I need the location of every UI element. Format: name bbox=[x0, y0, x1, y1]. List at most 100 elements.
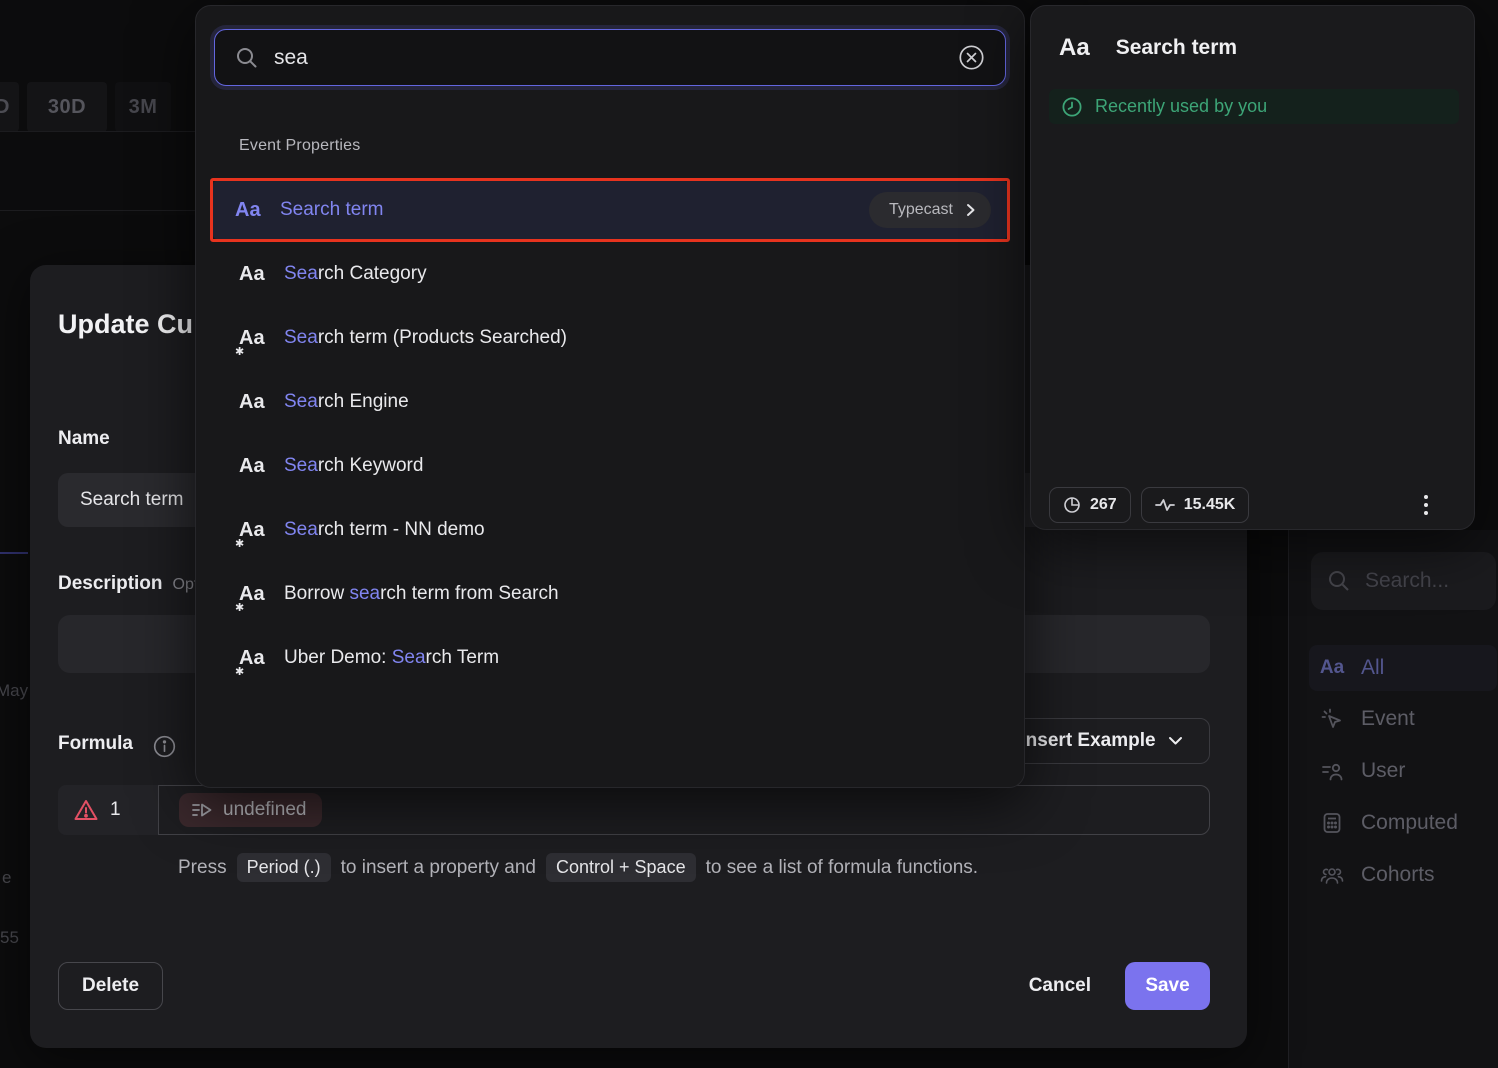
kbd-period: Period (.) bbox=[237, 853, 331, 882]
result-row[interactable]: Aa✱ Uber Demo: Search Term bbox=[196, 626, 1024, 690]
modal-footer: Delete Cancel Save bbox=[58, 962, 1210, 1010]
result-row[interactable]: Aa✱ Search term - NN demo bbox=[196, 498, 1024, 562]
cancel-button[interactable]: Cancel bbox=[1029, 975, 1091, 997]
property-search-box[interactable] bbox=[214, 29, 1006, 86]
result-row[interactable]: Aa✱ Borrow search term from Search bbox=[196, 562, 1024, 626]
text-property-icon: Aa bbox=[1059, 34, 1090, 62]
time-range-segments: D 30D 3M bbox=[0, 82, 171, 132]
result-row[interactable]: Aa Search Category bbox=[196, 242, 1024, 306]
name-label: Name bbox=[58, 428, 110, 450]
time-range-partial[interactable]: D bbox=[0, 82, 19, 132]
result-label: Uber Demo: Search Term bbox=[284, 647, 499, 669]
clear-search-icon[interactable] bbox=[958, 44, 985, 71]
result-row[interactable]: Aa✱ Search term (Products Searched) bbox=[196, 306, 1024, 370]
annotation-highlight-box: Aa Search term Typecast bbox=[210, 178, 1010, 242]
activity-icon bbox=[1155, 498, 1175, 512]
legend-fragment: e bbox=[2, 868, 11, 888]
stat-value: 15.45K bbox=[1184, 496, 1236, 514]
property-search-dropdown: Event Properties Aa Search term Typecast… bbox=[195, 5, 1025, 788]
event-property-token-icon bbox=[191, 802, 213, 818]
kbd-control-space: Control + Space bbox=[546, 853, 696, 882]
search-icon bbox=[235, 46, 258, 69]
event-cursor-icon bbox=[1319, 708, 1345, 730]
text-property-icon: Aa bbox=[239, 263, 269, 286]
sidebar-item-label: User bbox=[1361, 759, 1405, 783]
property-title: Search term bbox=[1116, 36, 1237, 60]
info-icon[interactable] bbox=[152, 734, 177, 759]
result-label: Search term bbox=[280, 199, 383, 221]
sidebar-search-input[interactable]: Search... bbox=[1311, 552, 1496, 610]
result-label: Search term (Products Searched) bbox=[284, 327, 567, 349]
app-screen: D 30D 3M May e 55 Search... Aa All Event bbox=[0, 0, 1498, 1068]
user-list-icon bbox=[1319, 760, 1345, 782]
chevron-down-icon bbox=[1168, 736, 1183, 746]
text-property-icon: Aa bbox=[239, 455, 269, 478]
search-icon bbox=[1327, 569, 1351, 593]
sidebar-item-label: Computed bbox=[1361, 811, 1458, 835]
stat-value: 267 bbox=[1090, 496, 1117, 514]
custom-text-property-icon: Aa✱ bbox=[239, 583, 269, 606]
property-stats: 267 15.45K bbox=[1049, 487, 1456, 523]
time-range-30d[interactable]: 30D bbox=[27, 82, 107, 132]
result-search-term-selected[interactable]: Aa Search term Typecast bbox=[213, 181, 1007, 239]
property-detail-panel: Aa Search term Recently used by you 267 … bbox=[1030, 5, 1475, 530]
insert-example-label: Insert Example bbox=[1020, 730, 1155, 752]
text-property-icon: Aa bbox=[239, 391, 269, 414]
cohorts-icon bbox=[1319, 865, 1345, 885]
chevron-right-icon bbox=[965, 203, 977, 217]
result-row[interactable]: Aa Search Engine bbox=[196, 370, 1024, 434]
recently-used-badge: Recently used by you bbox=[1049, 89, 1459, 124]
pie-chart-icon bbox=[1063, 496, 1081, 514]
sidebar-item-label: Event bbox=[1361, 707, 1415, 731]
sidebar-search-placeholder: Search... bbox=[1365, 569, 1449, 593]
sidebar-item-computed[interactable]: Computed bbox=[1309, 800, 1497, 846]
event-count-pill[interactable]: 15.45K bbox=[1141, 487, 1250, 523]
letters-icon: Aa bbox=[1319, 657, 1345, 679]
formula-error-count: 1 bbox=[58, 785, 158, 835]
modal-title: Update Cu bbox=[58, 309, 193, 340]
badge-label: Recently used by you bbox=[1095, 96, 1267, 117]
result-label: Search Engine bbox=[284, 391, 409, 413]
axis-tick-fragment: 55 bbox=[0, 928, 19, 948]
formula-token[interactable]: undefined bbox=[179, 793, 322, 827]
save-button[interactable]: Save bbox=[1125, 962, 1210, 1010]
error-count: 1 bbox=[110, 799, 121, 821]
formula-label: Formula bbox=[58, 733, 133, 755]
time-range-3m[interactable]: 3M bbox=[115, 82, 171, 132]
custom-text-property-icon: Aa✱ bbox=[239, 327, 269, 350]
result-label: Borrow search term from Search bbox=[284, 583, 559, 605]
calculator-icon bbox=[1319, 812, 1345, 834]
results-list: Aa Search term Typecast Aa Search Catego… bbox=[196, 178, 1024, 690]
divider bbox=[0, 131, 195, 132]
result-label: Search term - NN demo bbox=[284, 519, 485, 541]
clock-icon bbox=[1061, 96, 1083, 118]
divider bbox=[0, 210, 195, 211]
token-label: undefined bbox=[223, 799, 306, 821]
sidebar-item-user[interactable]: User bbox=[1309, 748, 1497, 794]
result-label: Search Category bbox=[284, 263, 427, 285]
detail-header: Aa Search term bbox=[1059, 34, 1237, 62]
text-property-icon: Aa bbox=[235, 199, 265, 222]
property-search-input[interactable] bbox=[274, 46, 942, 70]
sidebar-item-cohorts[interactable]: Cohorts bbox=[1309, 852, 1497, 898]
result-row[interactable]: Aa Search Keyword bbox=[196, 434, 1024, 498]
typecast-button[interactable]: Typecast bbox=[869, 192, 991, 228]
custom-text-property-icon: Aa✱ bbox=[239, 519, 269, 542]
result-label: Search Keyword bbox=[284, 455, 423, 477]
custom-text-property-icon: Aa✱ bbox=[239, 647, 269, 670]
chart-line-fragment bbox=[0, 552, 28, 554]
axis-label-fragment: May bbox=[0, 681, 28, 701]
typecast-label: Typecast bbox=[889, 201, 953, 219]
formula-input[interactable]: undefined bbox=[158, 785, 1210, 835]
sidebar-item-all[interactable]: Aa All bbox=[1309, 645, 1497, 691]
more-options-icon[interactable] bbox=[1424, 495, 1428, 515]
sidebar-item-label: Cohorts bbox=[1361, 863, 1435, 887]
formula-instruction: Press Period (.) to insert a property an… bbox=[178, 853, 978, 882]
warning-icon bbox=[74, 799, 98, 821]
insert-example-button[interactable]: Insert Example bbox=[993, 718, 1210, 764]
delete-button[interactable]: Delete bbox=[58, 962, 163, 1010]
sidebar-item-event[interactable]: Event bbox=[1309, 696, 1497, 742]
unique-values-pill[interactable]: 267 bbox=[1049, 487, 1131, 523]
property-filter-sidebar: Search... Aa All Event User Computed bbox=[1288, 530, 1498, 1068]
sidebar-item-label: All bbox=[1361, 656, 1384, 680]
